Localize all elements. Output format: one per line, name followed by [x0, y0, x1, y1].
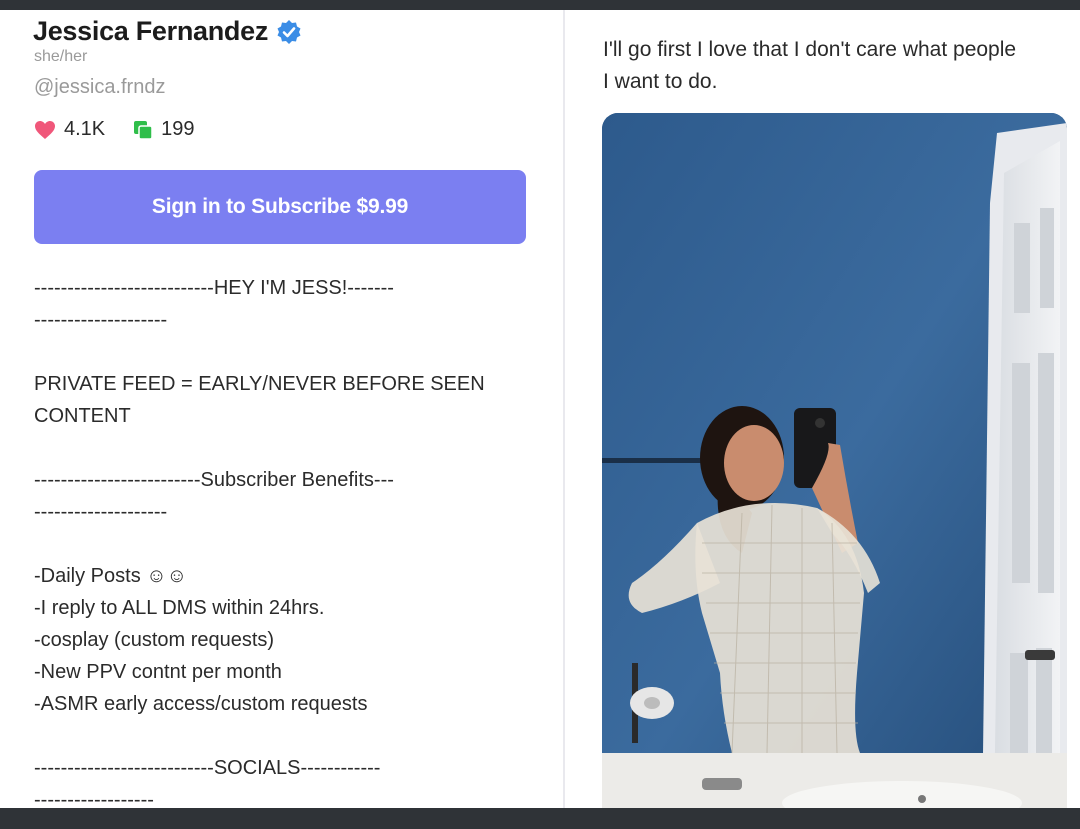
bio-line: -New PPV contnt per month	[34, 661, 282, 683]
post-caption-line: I'll go first I love that I don't care w…	[603, 38, 1017, 61]
bio-line: ---------------------------SOCIALS------…	[34, 757, 381, 779]
bio-line: -ASMR early access/custom requests	[34, 693, 368, 715]
window-frame-top	[0, 0, 1080, 10]
bio-line: -cosplay (custom requests)	[34, 629, 275, 651]
bio-line: ---------------------------HEY I'M JESS!…	[34, 277, 394, 299]
subscribe-button[interactable]: Sign in to Subscribe $9.99	[34, 170, 526, 244]
profile-name: Jessica Fernandez	[33, 16, 269, 46]
post-photo-image	[602, 113, 1067, 808]
verified-badge-icon	[277, 19, 301, 44]
posts-icon	[134, 120, 153, 140]
pronouns: she/her	[34, 48, 88, 65]
post-caption: I'll go first I love that I don't care w…	[603, 34, 1080, 98]
bio-line	[34, 336, 534, 368]
bio-line: -------------------------Subscriber Bene…	[34, 469, 394, 491]
bio-line	[34, 432, 534, 464]
posts-count: 199	[161, 118, 195, 140]
posts-stat: 199	[133, 118, 195, 141]
profile-name-row: Jessica Fernandez	[33, 16, 302, 47]
bio-line: -Daily Posts ☺☺	[34, 565, 188, 587]
heart-icon	[35, 120, 55, 139]
likes-stat: 4.1K	[34, 118, 105, 141]
bio-line: --------------------	[34, 309, 168, 331]
bio-line: CONTENT	[34, 405, 131, 427]
bio-line: -I reply to ALL DMS within 24hrs.	[34, 597, 325, 619]
window-frame-bottom	[0, 808, 1080, 829]
post-panel: I'll go first I love that I don't care w…	[565, 10, 1080, 808]
bio-line	[34, 528, 534, 560]
bio-line: --------------------	[34, 501, 168, 523]
likes-count: 4.1K	[64, 118, 106, 140]
bio-line: PRIVATE FEED = EARLY/NEVER BEFORE SEEN	[34, 373, 485, 395]
profile-bio: ---------------------------HEY I'M JESS!…	[34, 272, 534, 808]
username-handle: @jessica.frndz	[34, 76, 166, 98]
bio-line	[34, 720, 534, 752]
post-caption-line: I want to do.	[603, 70, 718, 93]
profile-panel: Jessica Fernandez she/her @jessica.frndz…	[0, 10, 563, 808]
bio-line: ------------------	[34, 789, 154, 808]
post-photo[interactable]	[602, 113, 1067, 808]
profile-stats: 4.1K 199	[34, 118, 223, 141]
